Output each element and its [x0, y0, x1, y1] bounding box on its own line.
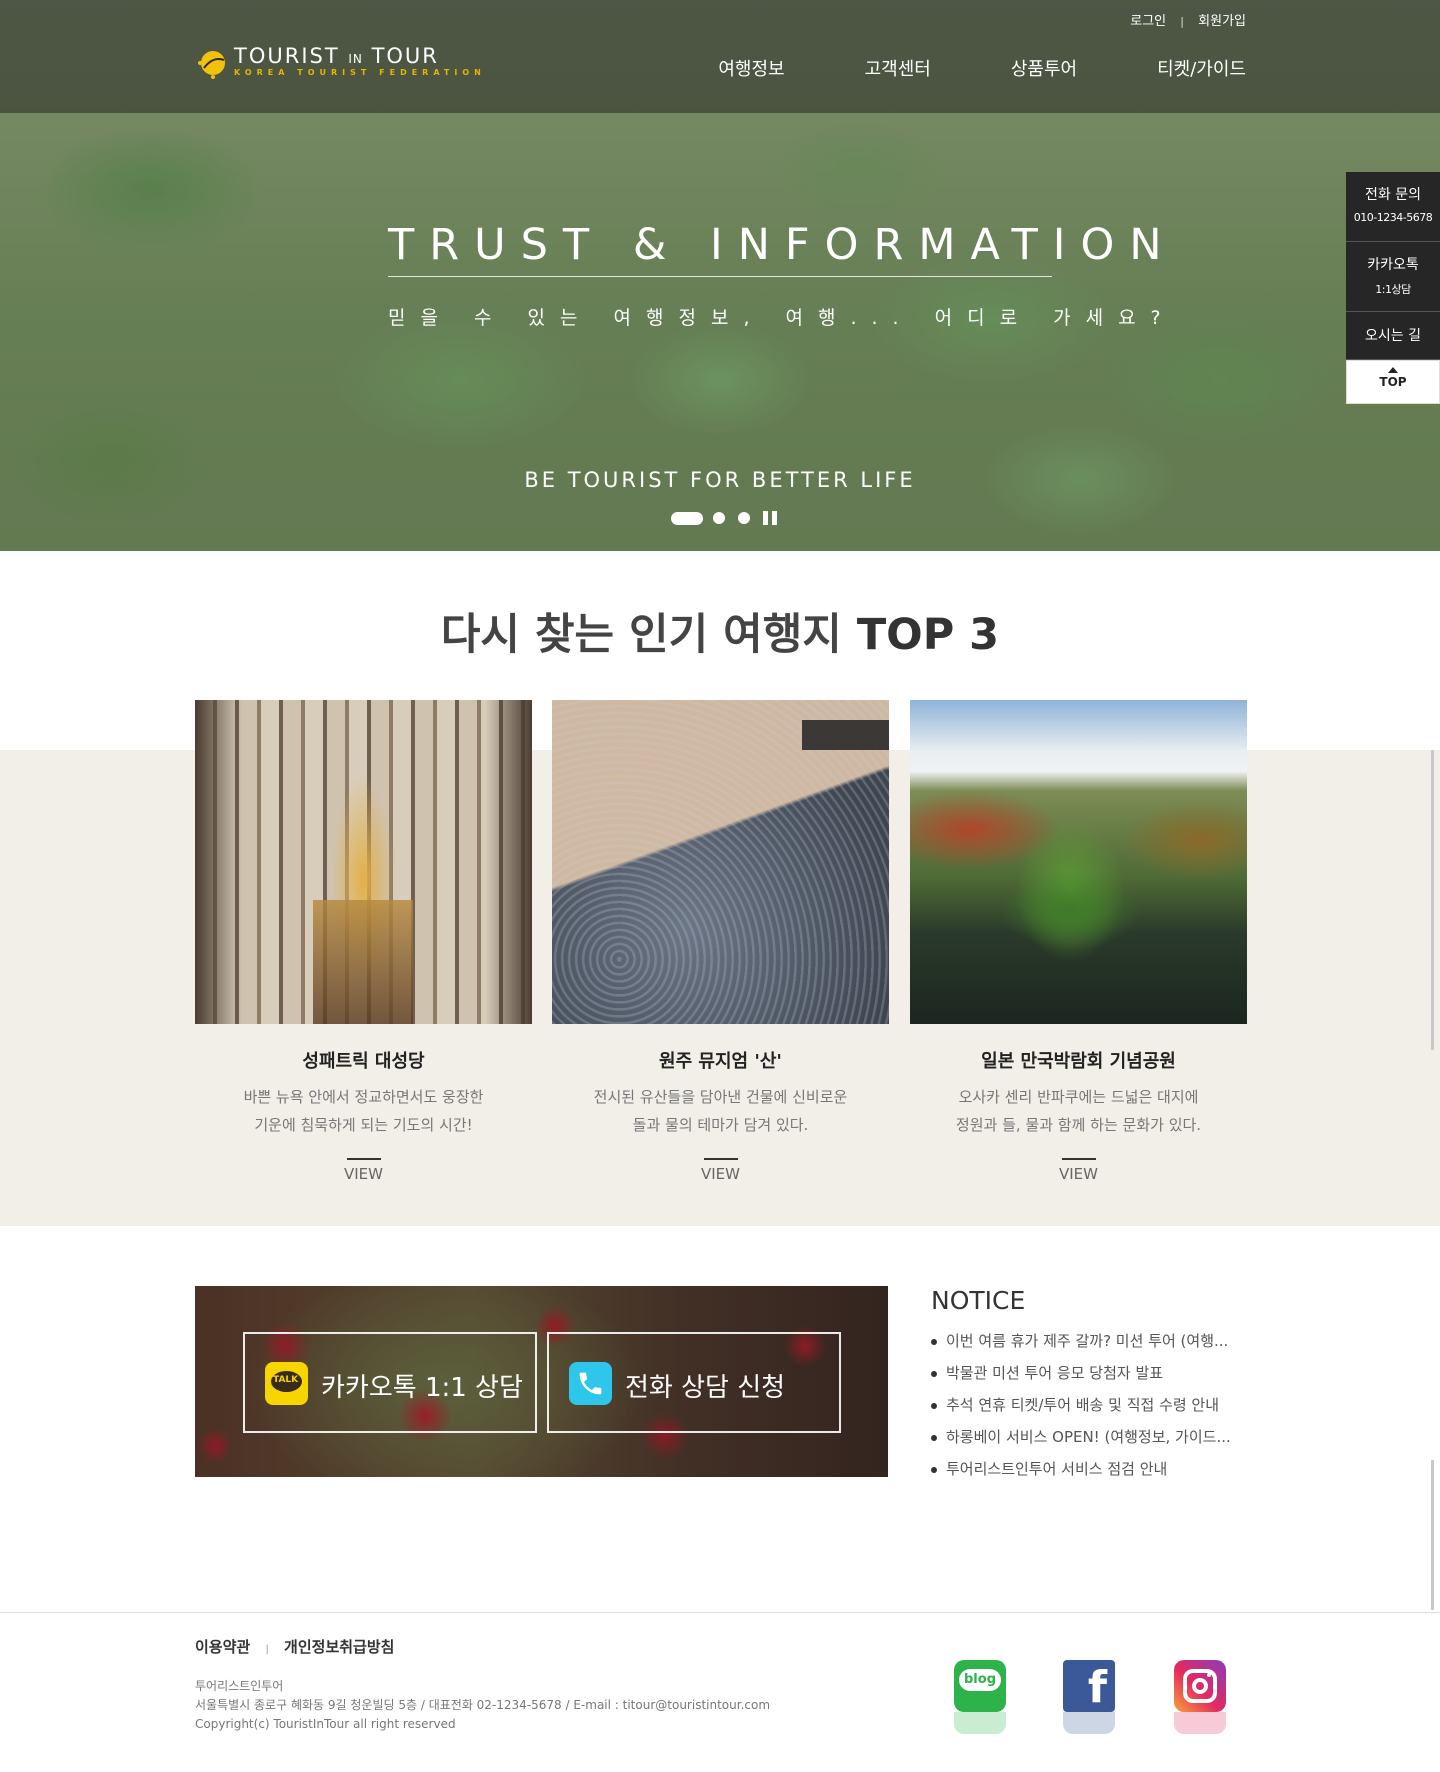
scrollbar[interactable] — [1431, 1460, 1434, 1610]
site-logo[interactable]: TOURIST IN TOUR KOREA TOURIST FEDERATION — [196, 42, 481, 82]
view-link[interactable]: VIEW — [910, 1165, 1247, 1183]
company-name: 투어리스트인투어 — [195, 1679, 284, 1693]
hero-slider: TOURIST IN TOUR KOREA TOURIST FEDERATION… — [0, 0, 1440, 551]
util-separator: | — [1180, 15, 1185, 28]
view-divider — [346, 1158, 381, 1160]
blog-icon[interactable]: blog — [954, 1660, 1006, 1712]
pager-dot[interactable] — [713, 512, 725, 524]
notice-item[interactable]: 박물관 미션 투어 응모 당첨자 발표 — [931, 1357, 1251, 1389]
destination-card: 성패트릭 대성당 바쁜 뉴욕 안에서 정교하면서도 웅장한 기운에 침묵하게 되… — [195, 700, 532, 1183]
top3-title: 다시 찾는 인기 여행지 TOP 3 — [440, 610, 1000, 660]
arrow-up-icon — [1388, 367, 1398, 373]
notice-item[interactable]: 이번 여름 휴가 제주 갈까? 미션 투어 (여행... — [931, 1325, 1251, 1357]
privacy-link[interactable]: 개인정보취급방침 — [284, 1638, 394, 1656]
card-title: 성패트릭 대성당 — [302, 1051, 425, 1072]
pager-dot[interactable] — [738, 512, 750, 524]
instagram-icon[interactable] — [1174, 1660, 1226, 1712]
nav-customer-center[interactable]: 고객센터 — [865, 55, 931, 81]
pager-dot-active[interactable] — [671, 511, 703, 525]
quick-directions[interactable]: 오시는 길 — [1346, 312, 1440, 360]
card-title: 원주 뮤지엄 '산' — [659, 1051, 782, 1072]
phone-consult-button[interactable]: 전화 상담 신청 — [547, 1332, 841, 1433]
logo-subtitle: KOREA TOURIST FEDERATION — [234, 68, 486, 77]
kakaotalk-icon: TALK — [265, 1362, 308, 1405]
facebook-icon[interactable]: f — [1063, 1660, 1115, 1712]
quick-phone[interactable]: 전화 문의 010-1234-5678 — [1346, 172, 1440, 242]
view-divider — [1061, 1158, 1096, 1160]
view-link[interactable]: VIEW — [552, 1165, 889, 1183]
hero-title: TRUST & INFORMATION — [388, 220, 1177, 270]
nav-product-tour[interactable]: 상품투어 — [1011, 55, 1077, 81]
sun-logo-icon — [198, 51, 225, 79]
card-description: 전시된 유산들을 담아낸 건물에 신비로운 돌과 물의 테마가 담겨 있다. — [593, 1088, 848, 1134]
nav-travel-info[interactable]: 여행정보 — [718, 55, 784, 81]
main-nav: 여행정보 고객센터 상품투어 티켓/가이드 — [638, 55, 1246, 81]
notice-item[interactable]: 추석 연휴 티켓/투어 배송 및 직접 수령 안내 — [931, 1389, 1251, 1421]
quick-kakao[interactable]: 카카오톡 1:1상담 — [1346, 242, 1440, 312]
card-description: 오사카 센리 반파쿠에는 드넓은 대지에 정원과 들, 물과 함께 하는 문화가… — [955, 1088, 1202, 1134]
museum-san-photo[interactable] — [552, 700, 889, 1024]
expo-park-photo[interactable] — [910, 700, 1247, 1024]
notice-item[interactable]: 하롱베이 서비스 OPEN! (여행정보, 가이드... — [931, 1421, 1251, 1453]
top-button[interactable]: TOP — [1346, 360, 1440, 404]
consult-banner: TALK 카카오톡 1:1 상담 전화 상담 신청 — [195, 1286, 888, 1477]
view-link[interactable]: VIEW — [195, 1165, 532, 1183]
destination-card: 원주 뮤지엄 '산' 전시된 유산들을 담아낸 건물에 신비로운 돌과 물의 테… — [552, 700, 889, 1183]
join-link[interactable]: 회원가입 — [1198, 10, 1246, 29]
logo-title: TOURIST IN TOUR — [234, 44, 439, 68]
terms-link[interactable]: 이용약관 — [195, 1638, 250, 1656]
hero-slogan: BE TOURIST FOR BETTER LIFE — [524, 468, 916, 492]
pause-icon[interactable] — [763, 511, 777, 525]
footer-info: 투어리스트인투어 서울특별시 종로구 혜화동 9길 청운빌딩 5층 / 대표전화… — [195, 1677, 770, 1734]
st-patricks-photo[interactable] — [195, 700, 532, 1024]
notice-board: NOTICE 이번 여름 휴가 제주 갈까? 미션 투어 (여행... 박물관 … — [931, 1286, 1251, 1485]
copyright: Copyright(c) TouristInTour all right res… — [195, 1717, 456, 1731]
view-divider — [703, 1158, 738, 1160]
destination-card: 일본 만국박람회 기념공원 오사카 센리 반파쿠에는 드넓은 대지에 정원과 들… — [910, 700, 1247, 1183]
notice-list: 이번 여름 휴가 제주 갈까? 미션 투어 (여행... 박물관 미션 투어 응… — [931, 1325, 1251, 1485]
footer-divider — [0, 1612, 1440, 1613]
hero-divider — [388, 276, 1052, 277]
nav-ticket-guide[interactable]: 티켓/가이드 — [1157, 55, 1246, 81]
company-address: 서울특별시 종로구 혜화동 9길 청운빌딩 5층 / 대표전화 02-1234-… — [195, 1698, 771, 1712]
hero-subtitle: 믿을 수 있는 여행정보, 여행... 어디로 가세요? — [388, 307, 1176, 329]
kakao-consult-button[interactable]: TALK 카카오톡 1:1 상담 — [243, 1332, 537, 1433]
phone-icon — [569, 1362, 612, 1405]
slider-pager — [671, 511, 777, 525]
quick-menu: 전화 문의 010-1234-5678 카카오톡 1:1상담 오시는 길 TOP — [1346, 172, 1440, 404]
util-menu: 로그인 | 회원가입 — [1130, 10, 1246, 29]
notice-title: NOTICE — [931, 1286, 1026, 1315]
login-link[interactable]: 로그인 — [1130, 10, 1166, 29]
footer-links: 이용약관 | 개인정보취급방침 — [195, 1638, 395, 1656]
notice-item[interactable]: 투어리스트인투어 서비스 점검 안내 — [931, 1453, 1251, 1485]
card-title: 일본 만국박람회 기념공원 — [981, 1051, 1176, 1072]
card-description: 바쁜 뉴욕 안에서 정교하면서도 웅장한 기운에 침묵하게 되는 기도의 시간! — [243, 1088, 484, 1134]
scrollbar[interactable] — [1431, 750, 1434, 1050]
